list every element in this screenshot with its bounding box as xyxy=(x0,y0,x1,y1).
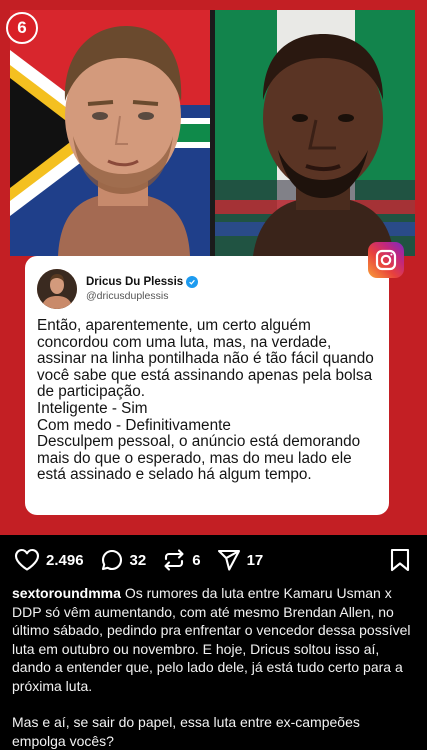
fighters-photo xyxy=(10,10,415,256)
caption-paragraph-2: Mas e aí, se sair do papel, essa luta en… xyxy=(12,714,360,749)
caption-paragraph-1: sextoroundmma Os rumores da luta entre K… xyxy=(12,584,417,695)
post-caption: sextoroundmma Os rumores da luta entre K… xyxy=(12,584,417,750)
repost-count: 6 xyxy=(192,551,201,569)
repost-button[interactable]: 6 xyxy=(162,548,201,572)
tweet-text: Então, aparentemente, um certo alguém co… xyxy=(37,317,374,484)
send-icon xyxy=(217,549,240,571)
tweet-author-name: Dricus Du Plessis xyxy=(86,276,184,289)
tweet-card: Dricus Du Plessis @dricusduplessis Então… xyxy=(25,256,389,515)
tweet-avatar xyxy=(37,269,77,309)
caption-username[interactable]: sextoroundmma xyxy=(12,585,121,601)
save-button[interactable] xyxy=(389,548,411,577)
repost-icon xyxy=(164,549,184,571)
like-button[interactable]: 2.496 xyxy=(14,548,84,572)
tweet-author-handle: @dricusduplessis xyxy=(86,289,169,302)
heart-icon xyxy=(14,548,40,571)
tweet-header: Dricus Du Plessis @dricusduplessis xyxy=(37,268,377,310)
comment-button[interactable]: 32 xyxy=(100,548,147,572)
bookmark-icon xyxy=(390,548,410,572)
fighter-left-portrait xyxy=(58,26,190,256)
share-count: 17 xyxy=(246,551,264,569)
like-count: 2.496 xyxy=(46,551,84,569)
brand-badge-text: 6 xyxy=(17,18,27,37)
share-button[interactable]: 17 xyxy=(217,548,264,572)
verified-badge-icon xyxy=(186,276,199,289)
post-action-bar: 2.496 32 6 17 xyxy=(0,540,427,580)
comment-count: 32 xyxy=(129,551,147,569)
instagram-icon xyxy=(368,242,404,278)
caption-text: Os rumores da luta entre Kamaru Usman x … xyxy=(12,585,411,694)
fighter-right-portrait xyxy=(253,34,394,256)
sexto-round-logo: 6 xyxy=(6,12,38,44)
comment-icon xyxy=(101,549,122,571)
post-image[interactable]: 6 Dricus Du Plessis @dricusduplessis Ent… xyxy=(0,0,427,535)
